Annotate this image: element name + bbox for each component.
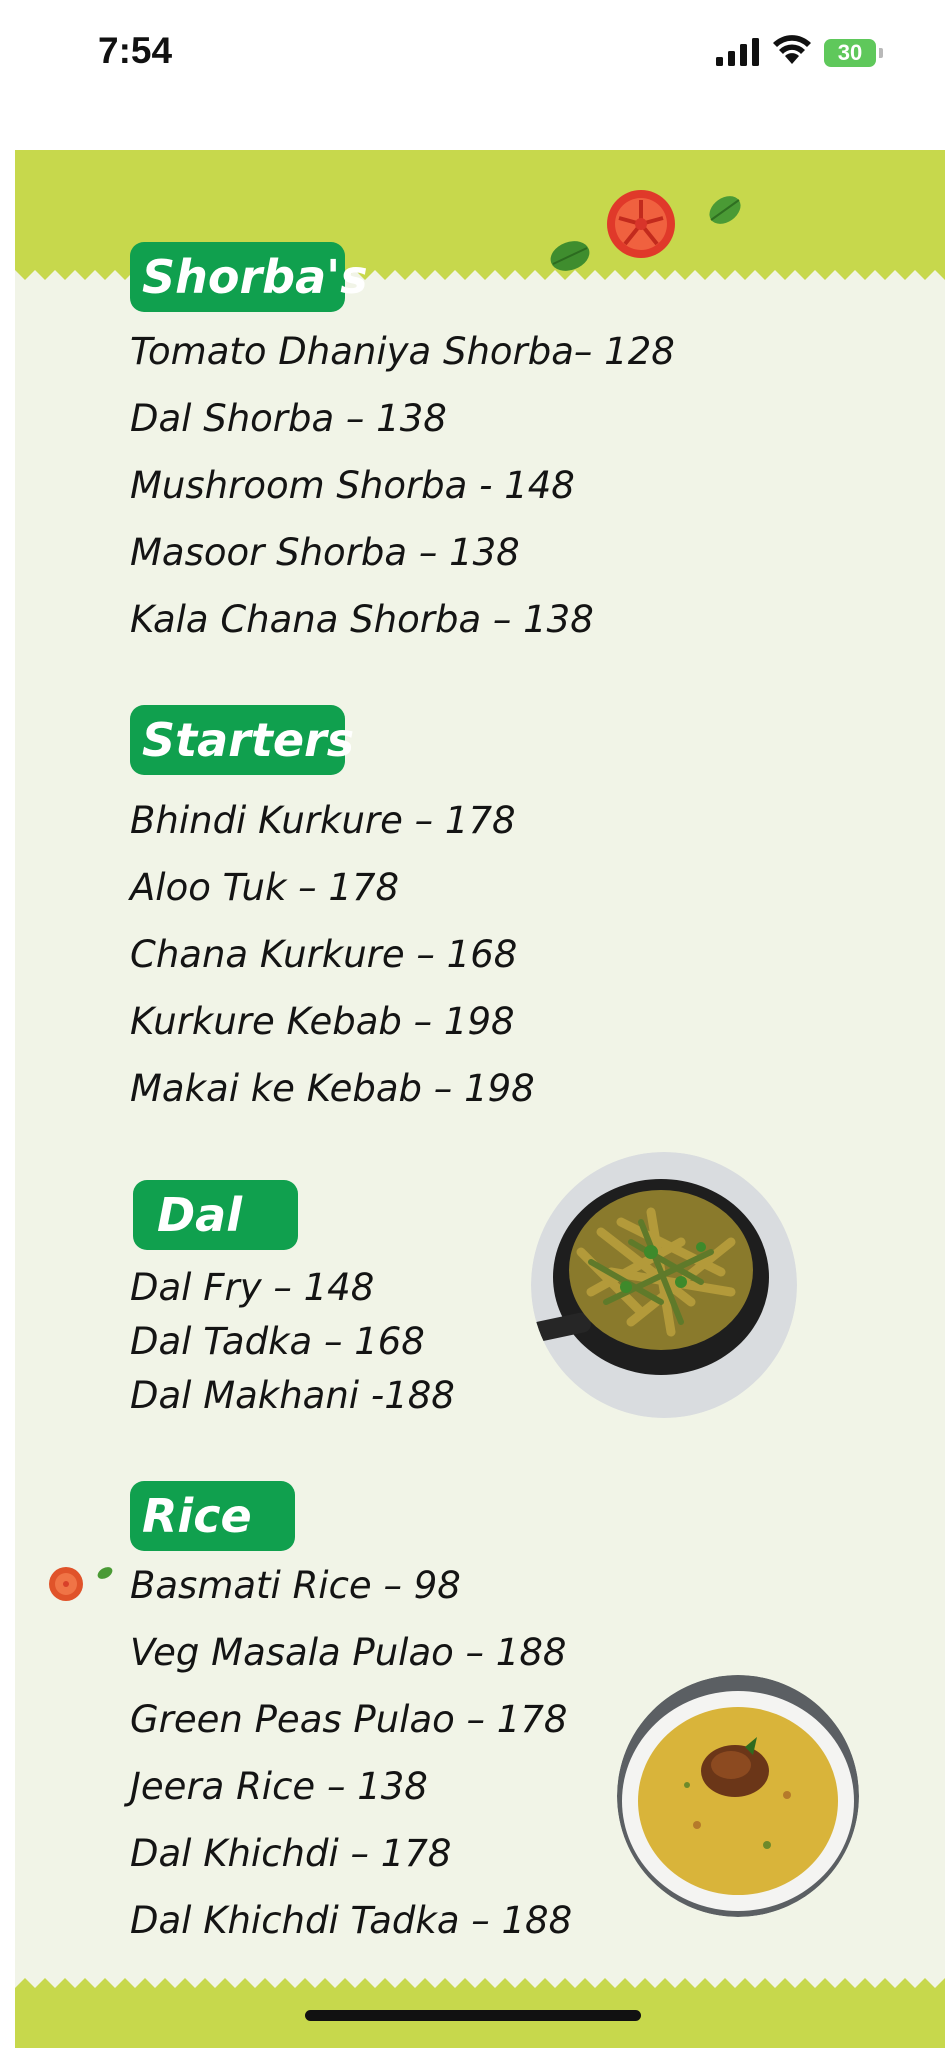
dal-khichdi-photo [617,1675,859,1917]
bhindi-kurkure-photo [531,1152,797,1418]
menu-item: Basmati Rice – 98 [130,1564,461,1607]
section-title-shorbas: Shorba's [130,242,368,312]
bottom-zigzag-border [15,1978,945,2000]
status-time: 7:54 [98,30,173,71]
battery-icon: 30 [824,39,876,67]
cellular-signal-icon [716,38,759,66]
home-indicator[interactable] [305,2010,641,2021]
menu-item: Masoor Shorba – 138 [130,531,520,574]
menu-item: Dal Khichdi – 178 [130,1832,452,1875]
basil-leaf-icon [97,1567,113,1579]
menu-item: Dal Makhani -188 [130,1374,455,1417]
basil-leaf-icon [709,196,741,224]
battery-cap [879,48,883,58]
menu-item: Chana Kurkure – 168 [130,933,518,976]
menu-item: Dal Shorba – 138 [130,397,447,440]
menu-item: Dal Fry – 148 [130,1266,375,1309]
menu-item: Aloo Tuk – 178 [130,866,400,909]
menu-item: Mushroom Shorba - 148 [130,464,575,507]
tomato-icon [49,1567,83,1601]
menu-item: Tomato Dhaniya Shorba– 128 [130,330,675,373]
menu-item: Veg Masala Pulao – 188 [130,1631,567,1674]
status-bar: 7:54 30 [0,0,945,110]
menu-item: Bhindi Kurkure – 178 [130,799,516,842]
section-title-dal: Dal [133,1180,298,1250]
tomato-icon [607,190,675,258]
menu-item: Jeera Rice – 138 [130,1765,428,1808]
battery-level: 30 [837,40,863,65]
section-title-rice: Rice [130,1481,295,1551]
menu-item: Dal Khichdi Tadka – 188 [130,1899,573,1942]
menu-card: Shorba's Tomato Dhaniya Shorba– 128 Dal … [15,150,945,2048]
menu-item: Green Peas Pulao – 178 [130,1698,568,1741]
menu-item: Kala Chana Shorba – 138 [130,598,594,641]
menu-item: Makai ke Kebab – 198 [130,1067,535,1110]
menu-item: Dal Tadka – 168 [130,1320,425,1363]
basil-leaf-icon [550,241,590,271]
section-title-starters: Starters [130,705,354,775]
menu-item: Kurkure Kebab – 198 [130,1000,515,1043]
wifi-icon [773,35,811,64]
